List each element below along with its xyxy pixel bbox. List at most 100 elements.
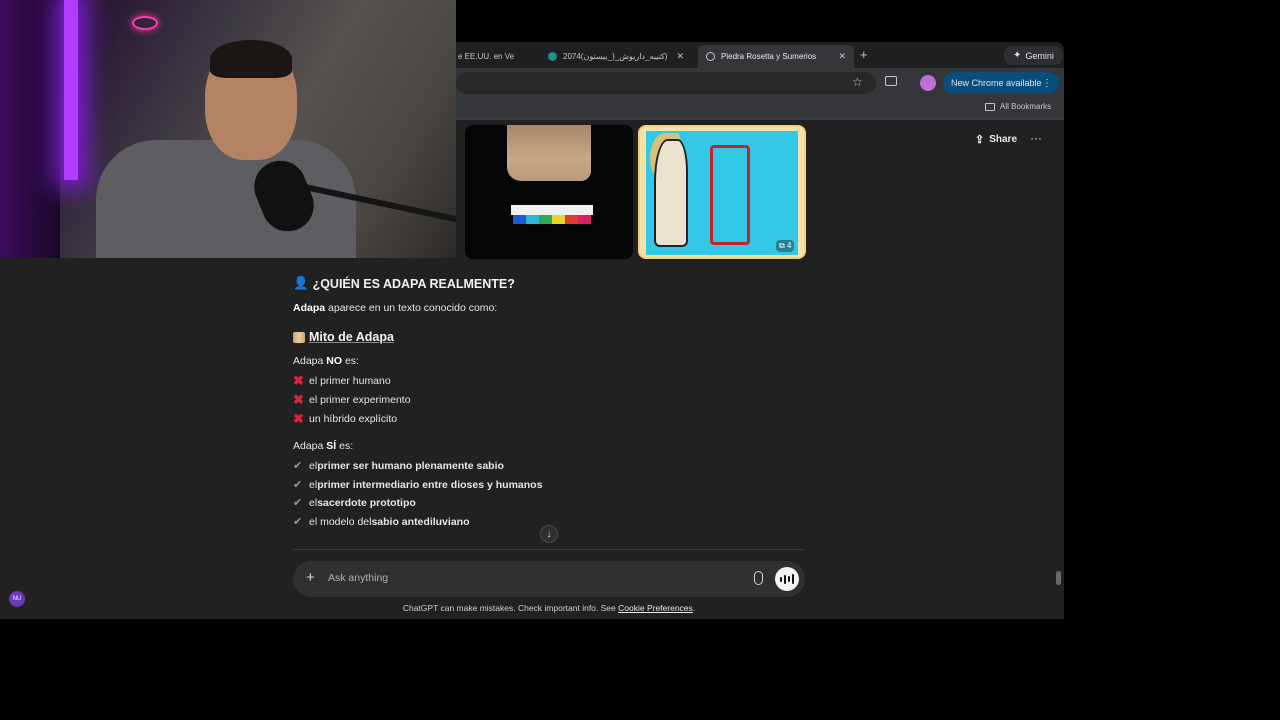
item-bold: sacerdote prototipo — [317, 496, 416, 509]
intro-bold: Adapa — [293, 302, 326, 314]
item-bold: sabio antediluviano — [371, 515, 470, 528]
image-count-badge[interactable]: ⧉ 4 — [776, 240, 795, 252]
prompt-input[interactable] — [328, 572, 728, 584]
close-icon[interactable]: ✕ — [670, 51, 684, 62]
tab-3-label: Piedra Rosetta y Sumerios — [721, 52, 817, 61]
color-swatch — [526, 215, 539, 224]
sparkle-icon: ✦ — [1013, 50, 1022, 61]
cookie-preferences-link[interactable]: Cookie Preferences — [618, 603, 693, 613]
neon-tube — [64, 0, 78, 180]
disclaimer-text: ChatGPT can make mistakes. Check importa… — [402, 603, 619, 613]
address-bar[interactable] — [456, 72, 876, 94]
heading-who-is-adapa: 👤 ¿QUIÉN ES ADAPA REALMENTE? — [293, 276, 515, 291]
ufo-neon-icon — [132, 16, 158, 30]
item-pre: el — [309, 459, 318, 472]
sacred-tree-shape — [710, 145, 750, 245]
si-label-post: es: — [336, 440, 354, 452]
no-label-bold: NO — [326, 355, 343, 367]
clay-tablet-shape — [507, 125, 591, 181]
heading1-text: ¿QUIÉN ES ADAPA REALMENTE? — [312, 276, 515, 291]
webcam-overlay — [0, 0, 456, 258]
microphone-icon[interactable] — [754, 571, 763, 585]
voice-bar — [780, 576, 782, 582]
profile-avatar[interactable] — [920, 75, 936, 91]
new-tab-icon[interactable]: + — [860, 47, 868, 62]
tab-1[interactable]: e EE.UU. en Ve — [450, 45, 540, 68]
voice-bar — [792, 574, 794, 584]
no-label-post: es: — [342, 355, 359, 367]
list-item-text: el primer experimento — [309, 394, 411, 406]
heading2-text[interactable]: Mito de Adapa — [309, 330, 394, 344]
person-hair — [210, 40, 292, 78]
update-chrome-button[interactable]: New Chrome available ⋮ — [943, 72, 1059, 94]
list-item: ✔ el primer intermediario entre dioses y … — [293, 478, 543, 492]
si-label-bold: SÍ — [326, 440, 337, 452]
heading-myth-of-adapa: Mito de Adapa — [293, 330, 394, 344]
item-pre: el — [309, 478, 318, 491]
share-label: Share — [989, 134, 1018, 145]
tab-2[interactable]: كتيبه_داريوش_(_بيستون)2074) ✕ — [540, 45, 692, 68]
scroll-icon — [293, 331, 305, 343]
check-mark-icon: ✔ — [293, 479, 303, 491]
no-label-pre: Adapa — [293, 355, 327, 367]
divider — [293, 549, 805, 550]
image-count: 4 — [786, 241, 792, 250]
scrollbar[interactable] — [1056, 571, 1061, 585]
all-bookmarks-label: All Bookmarks — [1000, 102, 1052, 111]
assyrian-relief-image[interactable] — [638, 125, 806, 259]
share-icon: ⇪ — [975, 134, 985, 146]
background-light — [0, 0, 60, 258]
disclaimer: ChatGPT can make mistakes. Check importa… — [0, 603, 1098, 613]
color-swatch — [539, 215, 552, 224]
list-item: ✔ el sacerdote prototipo — [293, 496, 416, 510]
all-bookmarks-button[interactable]: All Bookmarks — [985, 102, 1051, 111]
site-favicon-icon — [548, 52, 557, 61]
chatgpt-favicon-icon — [706, 52, 715, 61]
color-swatch — [565, 215, 578, 224]
color-swatch — [578, 215, 591, 224]
item-pre: el modelo del — [309, 515, 372, 528]
person-icon: 👤 — [293, 276, 309, 290]
list-item-text: el primer humano — [309, 375, 391, 387]
list-item-text: un híbrido explícito — [309, 413, 398, 425]
item-bold: primer intermediario entre dioses y huma… — [317, 478, 543, 491]
plus-icon[interactable]: + — [306, 569, 315, 586]
list-item: ✔ el modelo del sabio antediluviano — [293, 515, 470, 529]
scroll-down-button[interactable]: ↓ — [540, 525, 558, 543]
update-label: New Chrome available — [951, 78, 1042, 88]
intro-rest: aparece en un texto conocido como: — [325, 302, 498, 314]
item-bold: primer ser humano plenamente sabio — [317, 459, 504, 472]
gemini-button[interactable]: ✦ Gemini — [1004, 46, 1063, 65]
cross-mark-icon: ✖ — [293, 373, 304, 388]
user-avatar[interactable]: NU — [9, 591, 25, 607]
check-mark-icon: ✔ — [293, 460, 303, 472]
gemini-label: Gemini — [1025, 50, 1054, 61]
item-pre: el — [309, 496, 318, 509]
images-icon: ⧉ — [779, 241, 785, 250]
no-label: Adapa NO es: — [293, 355, 359, 367]
person-body — [96, 140, 356, 258]
cast-icon[interactable] — [885, 76, 897, 86]
voice-mode-button[interactable] — [775, 567, 799, 591]
tab-1-label: e EE.UU. en Ve — [458, 52, 515, 61]
si-label: Adapa SÍ es: — [293, 440, 353, 452]
si-label-pre: Adapa — [293, 440, 327, 452]
tab-2-label: كتيبه_داريوش_(_بيستون)2074) — [563, 52, 668, 61]
color-swatch — [513, 215, 526, 224]
share-button[interactable]: ⇪ Share — [975, 133, 1017, 146]
arrow-down-icon: ↓ — [546, 528, 552, 540]
winged-figure-shape — [654, 139, 688, 247]
more-options-icon[interactable]: ··· — [1030, 131, 1042, 145]
list-item: ✖ el primer humano — [293, 373, 391, 389]
color-swatch — [552, 215, 565, 224]
user-initials: NU — [12, 596, 22, 602]
check-mark-icon: ✔ — [293, 516, 303, 528]
measurement-scale — [511, 205, 593, 215]
clay-tablet-image[interactable] — [465, 125, 633, 259]
intro-paragraph: Adapa aparece en un texto conocido como: — [293, 302, 497, 314]
close-icon[interactable]: ✕ — [832, 51, 846, 62]
voice-bar — [788, 576, 790, 582]
cross-mark-icon: ✖ — [293, 392, 304, 407]
tab-3[interactable]: Piedra Rosetta y Sumerios ✕ — [698, 45, 854, 68]
bookmark-star-icon[interactable]: ☆ — [852, 75, 863, 89]
